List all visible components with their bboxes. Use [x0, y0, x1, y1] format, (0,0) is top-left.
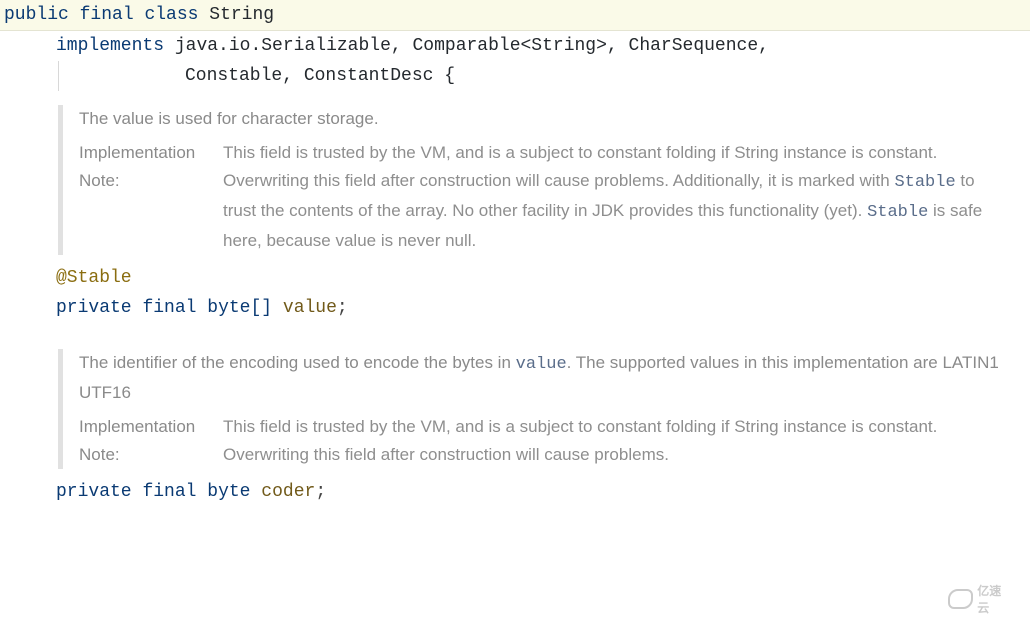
- javadoc-block-coder: The identifier of the encoding used to e…: [58, 349, 1030, 469]
- class-name: String: [209, 5, 274, 25]
- javadoc-summary: The value is used for character storage.: [79, 105, 1030, 133]
- code-line-implements-cont: Constable, ConstantDesc {: [0, 61, 1030, 91]
- javadoc-impl-label: Implementation Note:: [79, 139, 217, 255]
- field-declaration-value: private final byte[] value;: [0, 293, 1030, 323]
- field-name-coder: coder: [261, 482, 315, 502]
- code-line-implements: implements java.io.Serializable, Compara…: [0, 31, 1030, 61]
- code-editor: public final class String implements jav…: [0, 0, 1030, 620]
- javadoc-impl-label: Implementation Note:: [79, 413, 217, 469]
- keyword-final: final: [142, 298, 196, 318]
- javadoc-impl-note: Implementation Note: This field is trust…: [79, 139, 1030, 255]
- code-ref-stable: Stable: [894, 173, 955, 192]
- keyword-final: final: [80, 5, 134, 25]
- javadoc-summary: The identifier of the encoding used to e…: [79, 349, 1030, 407]
- cloud-icon: [948, 589, 973, 609]
- field-declaration-coder: private final byte coder;: [0, 477, 1030, 507]
- field-name-value: value: [283, 298, 337, 318]
- javadoc-impl-body: This field is trusted by the VM, and is …: [223, 413, 1030, 469]
- code-ref-stable-2: Stable: [867, 203, 928, 222]
- indent-guide: [58, 61, 59, 91]
- annotation-stable: @Stable: [56, 268, 132, 288]
- keyword-final: final: [142, 482, 196, 502]
- keyword-public: public: [4, 5, 69, 25]
- javadoc-impl-note: Implementation Note: This field is trust…: [79, 413, 1030, 469]
- type-byte-array: byte[]: [207, 298, 272, 318]
- javadoc-text: The identifier of the encoding used to e…: [79, 353, 516, 372]
- javadoc-block-value: The value is used for character storage.…: [58, 105, 1030, 255]
- code-line-declaration: public final class String: [0, 0, 1030, 31]
- semicolon: ;: [315, 482, 326, 502]
- keyword-class: class: [144, 5, 198, 25]
- watermark: 亿速云: [948, 584, 1012, 614]
- keyword-private: private: [56, 298, 132, 318]
- code-ref-value: value: [516, 355, 567, 374]
- type-byte: byte: [207, 482, 250, 502]
- semicolon: ;: [337, 298, 348, 318]
- field-annotation: @Stable: [0, 263, 1030, 293]
- javadoc-text: This field is trusted by the VM, and is …: [223, 143, 937, 190]
- watermark-text: 亿速云: [977, 582, 1012, 616]
- implements-list-1: java.io.Serializable, Comparable<String>…: [175, 36, 769, 56]
- javadoc-impl-body: This field is trusted by the VM, and is …: [223, 139, 1030, 255]
- implements-list-2: Constable, ConstantDesc {: [185, 66, 455, 86]
- keyword-private: private: [56, 482, 132, 502]
- keyword-implements: implements: [56, 36, 164, 56]
